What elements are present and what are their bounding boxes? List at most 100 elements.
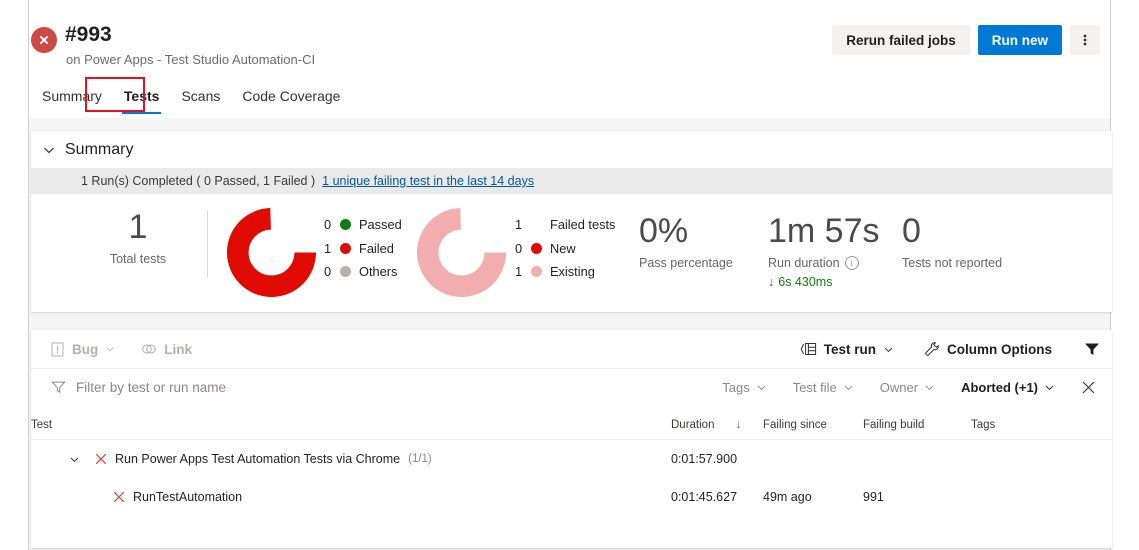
cell-tags	[971, 478, 1112, 516]
column-header-test[interactable]: Test	[31, 405, 671, 440]
legend-color-dot	[340, 242, 351, 254]
group-by-label: Test run	[823, 341, 876, 357]
run-duration-caption: Run duration i	[768, 255, 880, 272]
column-header-tags[interactable]: Tags	[971, 405, 1112, 440]
tab-label: Scans	[181, 88, 221, 104]
bug-report-icon	[51, 342, 64, 356]
rerun-failed-jobs-button[interactable]: Rerun failed jobs	[832, 25, 970, 55]
column-header-failing-build[interactable]: Failing build	[863, 405, 971, 440]
page-subtitle: on Power Apps - Test Studio Automation-C…	[66, 52, 316, 67]
column-options-button[interactable]: Column Options	[924, 341, 1052, 357]
tab-label: Tests	[123, 88, 160, 104]
legend-item-passed: 0 Passed	[324, 213, 402, 237]
run-new-button[interactable]: Run new	[977, 25, 1062, 55]
close-icon	[1082, 381, 1095, 393]
filter-funnel-icon	[1085, 343, 1099, 355]
pass-percentage-value: 0%	[639, 212, 689, 250]
chevron-down-icon[interactable]	[69, 454, 80, 465]
legend-count: 1	[324, 240, 332, 256]
chevron-down-icon	[106, 347, 114, 352]
filter-pill-label: Owner	[879, 379, 919, 395]
total-tests-value: 1	[128, 208, 148, 246]
column-header-failing-since[interactable]: Failing since	[763, 405, 863, 440]
run-duration-caption-text: Run duration	[768, 256, 840, 270]
chevron-down-icon	[844, 385, 853, 390]
test-results-table: Test Duration ↓ Failing since Failing bu…	[31, 405, 1112, 516]
table-row-group[interactable]: Run Power Apps Test Automation Tests via…	[31, 440, 1112, 479]
tab-code-coverage[interactable]: Code Coverage	[231, 78, 351, 114]
group-by-button[interactable]: Test run	[800, 342, 894, 357]
results-toolbar: Bug Link Test run Column Options	[31, 330, 1112, 369]
test-results-card: Bug Link Test run Column Options Filter …	[31, 330, 1112, 548]
chevron-down-icon	[1045, 385, 1054, 390]
legend-label: New	[550, 240, 576, 256]
donut-segment-failed	[227, 208, 316, 297]
filter-toggle-button[interactable]	[1084, 342, 1100, 356]
delta-value: 6s 430ms	[778, 275, 833, 289]
legend-item-others: 0 Others	[324, 260, 402, 284]
cell-failing-build: 991	[863, 490, 884, 504]
table-header-row: Test Duration ↓ Failing since Failing bu…	[31, 405, 1112, 440]
total-tests-caption: Total tests	[109, 252, 167, 266]
legend-item-failed-tests: 1 Failed tests	[515, 213, 615, 237]
test-outcome-donut-chart	[227, 208, 316, 297]
legend-count: 0	[324, 217, 332, 233]
failure-type-legend: 1 Failed tests 0 New 1 Existing	[515, 213, 615, 284]
chevron-down-icon	[757, 385, 766, 390]
search-input[interactable]	[76, 379, 376, 395]
summary-section-label: Summary	[65, 140, 134, 158]
total-tests-metric: 1 Total tests	[78, 207, 198, 268]
summary-section-header[interactable]: Summary	[31, 131, 1112, 168]
chevron-down-icon	[925, 385, 934, 390]
legend-color-dot	[531, 242, 542, 254]
x-error-icon	[95, 453, 107, 465]
link-icon	[142, 344, 157, 354]
filter-pill-aborted-1[interactable]: Aborted (+1)	[961, 380, 1055, 395]
cell-failing-since	[763, 440, 863, 479]
more-actions-button[interactable]	[1070, 25, 1100, 55]
legend-count: 1	[515, 264, 523, 280]
page-header: #993 on Power Apps - Test Studio Automat…	[29, 0, 1110, 77]
filter-pill-group: Tags Test file Owner Aborted (+1)	[696, 380, 1055, 395]
legend-color-dot	[340, 266, 351, 278]
header-actions: Rerun failed jobs Run new	[832, 25, 1100, 55]
tests-not-reported-value: 0	[902, 212, 921, 250]
filter-pill-test-file[interactable]: Test file	[793, 380, 854, 395]
info-icon[interactable]: i	[844, 256, 859, 270]
bug-button[interactable]: Bug	[51, 342, 115, 357]
legend-item-new: 0 New	[515, 237, 615, 261]
column-header-duration[interactable]: Duration ↓	[671, 405, 763, 440]
sort-arrow-icon: ↓	[735, 419, 742, 431]
table-body: Run Power Apps Test Automation Tests via…	[31, 440, 1112, 517]
metrics-divider	[207, 210, 208, 278]
column-header-duration-label: Duration	[671, 419, 715, 431]
unique-failing-test-link[interactable]: 1 unique failing test in the last 14 day…	[322, 174, 534, 188]
test-count: (1/1)	[408, 453, 432, 465]
build-results-page: #993 on Power Apps - Test Studio Automat…	[0, 0, 1139, 550]
filter-icon	[51, 381, 66, 394]
legend-item-failed: 1 Failed	[324, 237, 402, 261]
page-title: #993	[65, 23, 112, 46]
filter-pill-label: Aborted (+1)	[961, 379, 1038, 395]
pass-percentage-caption: Pass percentage	[639, 256, 733, 270]
tab-summary[interactable]: Summary	[31, 78, 113, 114]
cell-duration: 0:01:45.627	[671, 490, 738, 504]
link-button[interactable]: Link	[141, 342, 192, 357]
table-row[interactable]: RunTestAutomation 0:01:45.627 49m ago 991	[31, 478, 1112, 516]
legend-item-existing: 1 Existing	[515, 260, 615, 284]
tab-tests[interactable]: Tests	[113, 78, 171, 114]
filter-pill-tags[interactable]: Tags	[722, 380, 766, 395]
table-header: Test Duration ↓ Failing since Failing bu…	[31, 405, 1112, 440]
summary-card: Summary 1 Run(s) Completed ( 0 Passed, 1…	[31, 131, 1112, 312]
filter-pill-owner[interactable]: Owner	[880, 380, 935, 395]
clear-filters-button[interactable]	[1081, 380, 1096, 395]
tab-bar: Summary Tests Scans Code Coverage	[29, 78, 1110, 118]
test-outcome-legend: 0 Passed 1 Failed 0 Others	[324, 213, 402, 284]
x-error-icon	[113, 491, 125, 503]
tab-scans[interactable]: Scans	[170, 78, 231, 114]
test-name: RunTestAutomation	[133, 490, 243, 504]
wrench-icon	[925, 342, 939, 356]
run-duration-metric: 1m 57s Run duration i ↓ 6s 430ms	[768, 211, 880, 289]
legend-count: 1	[515, 217, 523, 233]
bug-label: Bug	[72, 341, 99, 357]
